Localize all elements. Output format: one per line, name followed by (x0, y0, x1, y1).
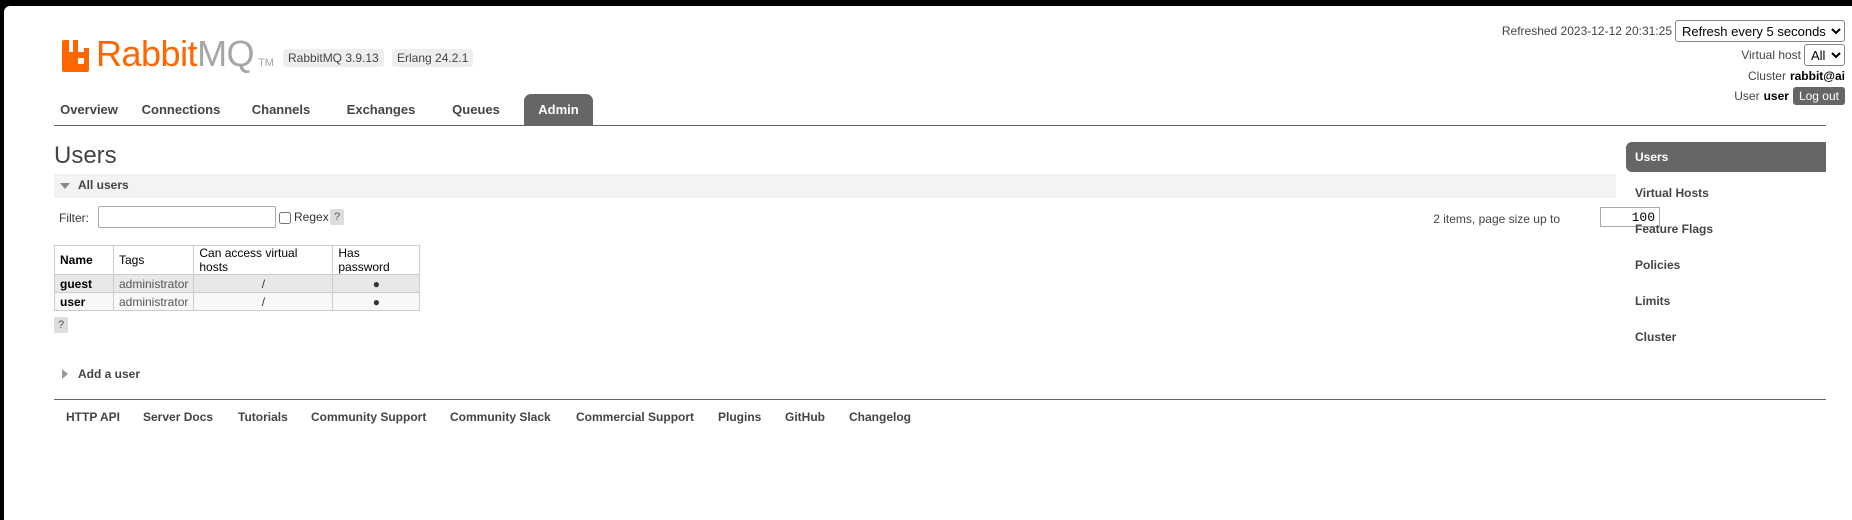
user-name-link[interactable]: guest (54, 274, 114, 293)
collapsed-triangle-icon (62, 369, 68, 379)
refreshed-timestamp: Refreshed 2023-12-12 20:31:25 (1501, 24, 1672, 38)
user-tags: administrator (112, 292, 195, 311)
main-nav-tabs: Overview Connections Channels Exchanges … (54, 94, 1826, 126)
pagination-info: 2 items, page size up to (1433, 212, 1560, 226)
all-users-section-toggle[interactable]: All users (54, 174, 1616, 198)
logo-trademark: TM (258, 57, 274, 69)
sidebar-item-limits[interactable]: Limits (1626, 286, 1826, 322)
regex-label: Regex (294, 210, 329, 224)
cluster-label: Cluster (1747, 69, 1786, 83)
table-header-row: Name Tags Can access virtual hosts Has p… (54, 245, 421, 275)
column-header-has-password[interactable]: Has password (332, 245, 421, 275)
tab-admin[interactable]: Admin (524, 94, 593, 125)
rabbitmq-logo[interactable]: RabbitMQ TM (62, 30, 274, 72)
rabbitmq-version-badge: RabbitMQ 3.9.13 (283, 49, 384, 67)
virtual-host-label: Virtual host (1741, 48, 1801, 62)
footer-link-server-docs[interactable]: Server Docs (143, 410, 213, 424)
regex-checkbox[interactable] (279, 212, 291, 224)
table-row: user administrator / ● (54, 292, 421, 311)
erlang-version-badge: Erlang 24.2.1 (392, 49, 474, 67)
sidebar-item-virtual-hosts[interactable]: Virtual Hosts (1626, 178, 1826, 214)
tab-queues[interactable]: Queues (440, 94, 512, 125)
user-name-link[interactable]: user (54, 292, 114, 311)
footer-link-tutorials[interactable]: Tutorials (238, 410, 288, 424)
footer-link-http-api[interactable]: HTTP API (66, 410, 120, 424)
cluster-name: rabbit@ai (1789, 69, 1845, 83)
refresh-interval-select[interactable]: Refresh every 5 seconds (1675, 20, 1845, 42)
virtual-host-select[interactable]: All (1804, 44, 1845, 66)
footer-link-github[interactable]: GitHub (785, 410, 825, 424)
sidebar-item-cluster[interactable]: Cluster (1626, 322, 1826, 358)
tab-connections[interactable]: Connections (132, 94, 230, 125)
filter-label: Filter: (59, 211, 89, 225)
footer-link-community-slack[interactable]: Community Slack (450, 410, 551, 424)
footer-link-commercial-support[interactable]: Commercial Support (576, 410, 694, 424)
rabbitmq-management-page: RabbitMQ TM RabbitMQ 3.9.13 Erlang 24.2.… (4, 6, 1852, 520)
sidebar-item-policies[interactable]: Policies (1626, 250, 1826, 286)
add-user-label: Add a user (78, 367, 141, 381)
users-table: Name Tags Can access virtual hosts Has p… (54, 245, 421, 311)
user-vhosts: / (193, 274, 334, 293)
sidebar-item-users[interactable]: Users (1626, 142, 1826, 172)
footer-link-changelog[interactable]: Changelog (849, 410, 911, 424)
footer-link-community-support[interactable]: Community Support (311, 410, 426, 424)
has-password-indicator: ● (332, 274, 421, 293)
column-header-tags[interactable]: Tags (112, 245, 195, 275)
column-header-vhosts[interactable]: Can access virtual hosts (193, 245, 334, 275)
has-password-indicator: ● (332, 292, 421, 311)
footer-link-plugins[interactable]: Plugins (718, 410, 761, 424)
admin-sidebar: Users Virtual Hosts Feature Flags Polici… (1626, 142, 1826, 358)
section-title: All users (78, 178, 129, 192)
user-tags: administrator (112, 274, 195, 293)
logo-wordmark: RabbitMQ (96, 33, 255, 74)
table-help-button[interactable]: ? (54, 317, 68, 333)
expanded-triangle-icon (60, 183, 70, 189)
user-vhosts: / (193, 292, 334, 311)
sidebar-item-feature-flags[interactable]: Feature Flags (1626, 214, 1826, 250)
tab-channels[interactable]: Channels (240, 94, 322, 125)
filter-input[interactable] (98, 206, 276, 228)
column-header-name[interactable]: Name (54, 245, 114, 275)
regex-help-button[interactable]: ? (330, 209, 344, 225)
page-title: Users (54, 142, 117, 169)
footer: HTTP API Server Docs Tutorials Community… (54, 399, 1826, 430)
tab-exchanges[interactable]: Exchanges (336, 94, 426, 125)
rabbit-logo-icon (62, 40, 92, 72)
table-row: guest administrator / ● (54, 274, 421, 293)
tab-overview[interactable]: Overview (54, 94, 124, 125)
